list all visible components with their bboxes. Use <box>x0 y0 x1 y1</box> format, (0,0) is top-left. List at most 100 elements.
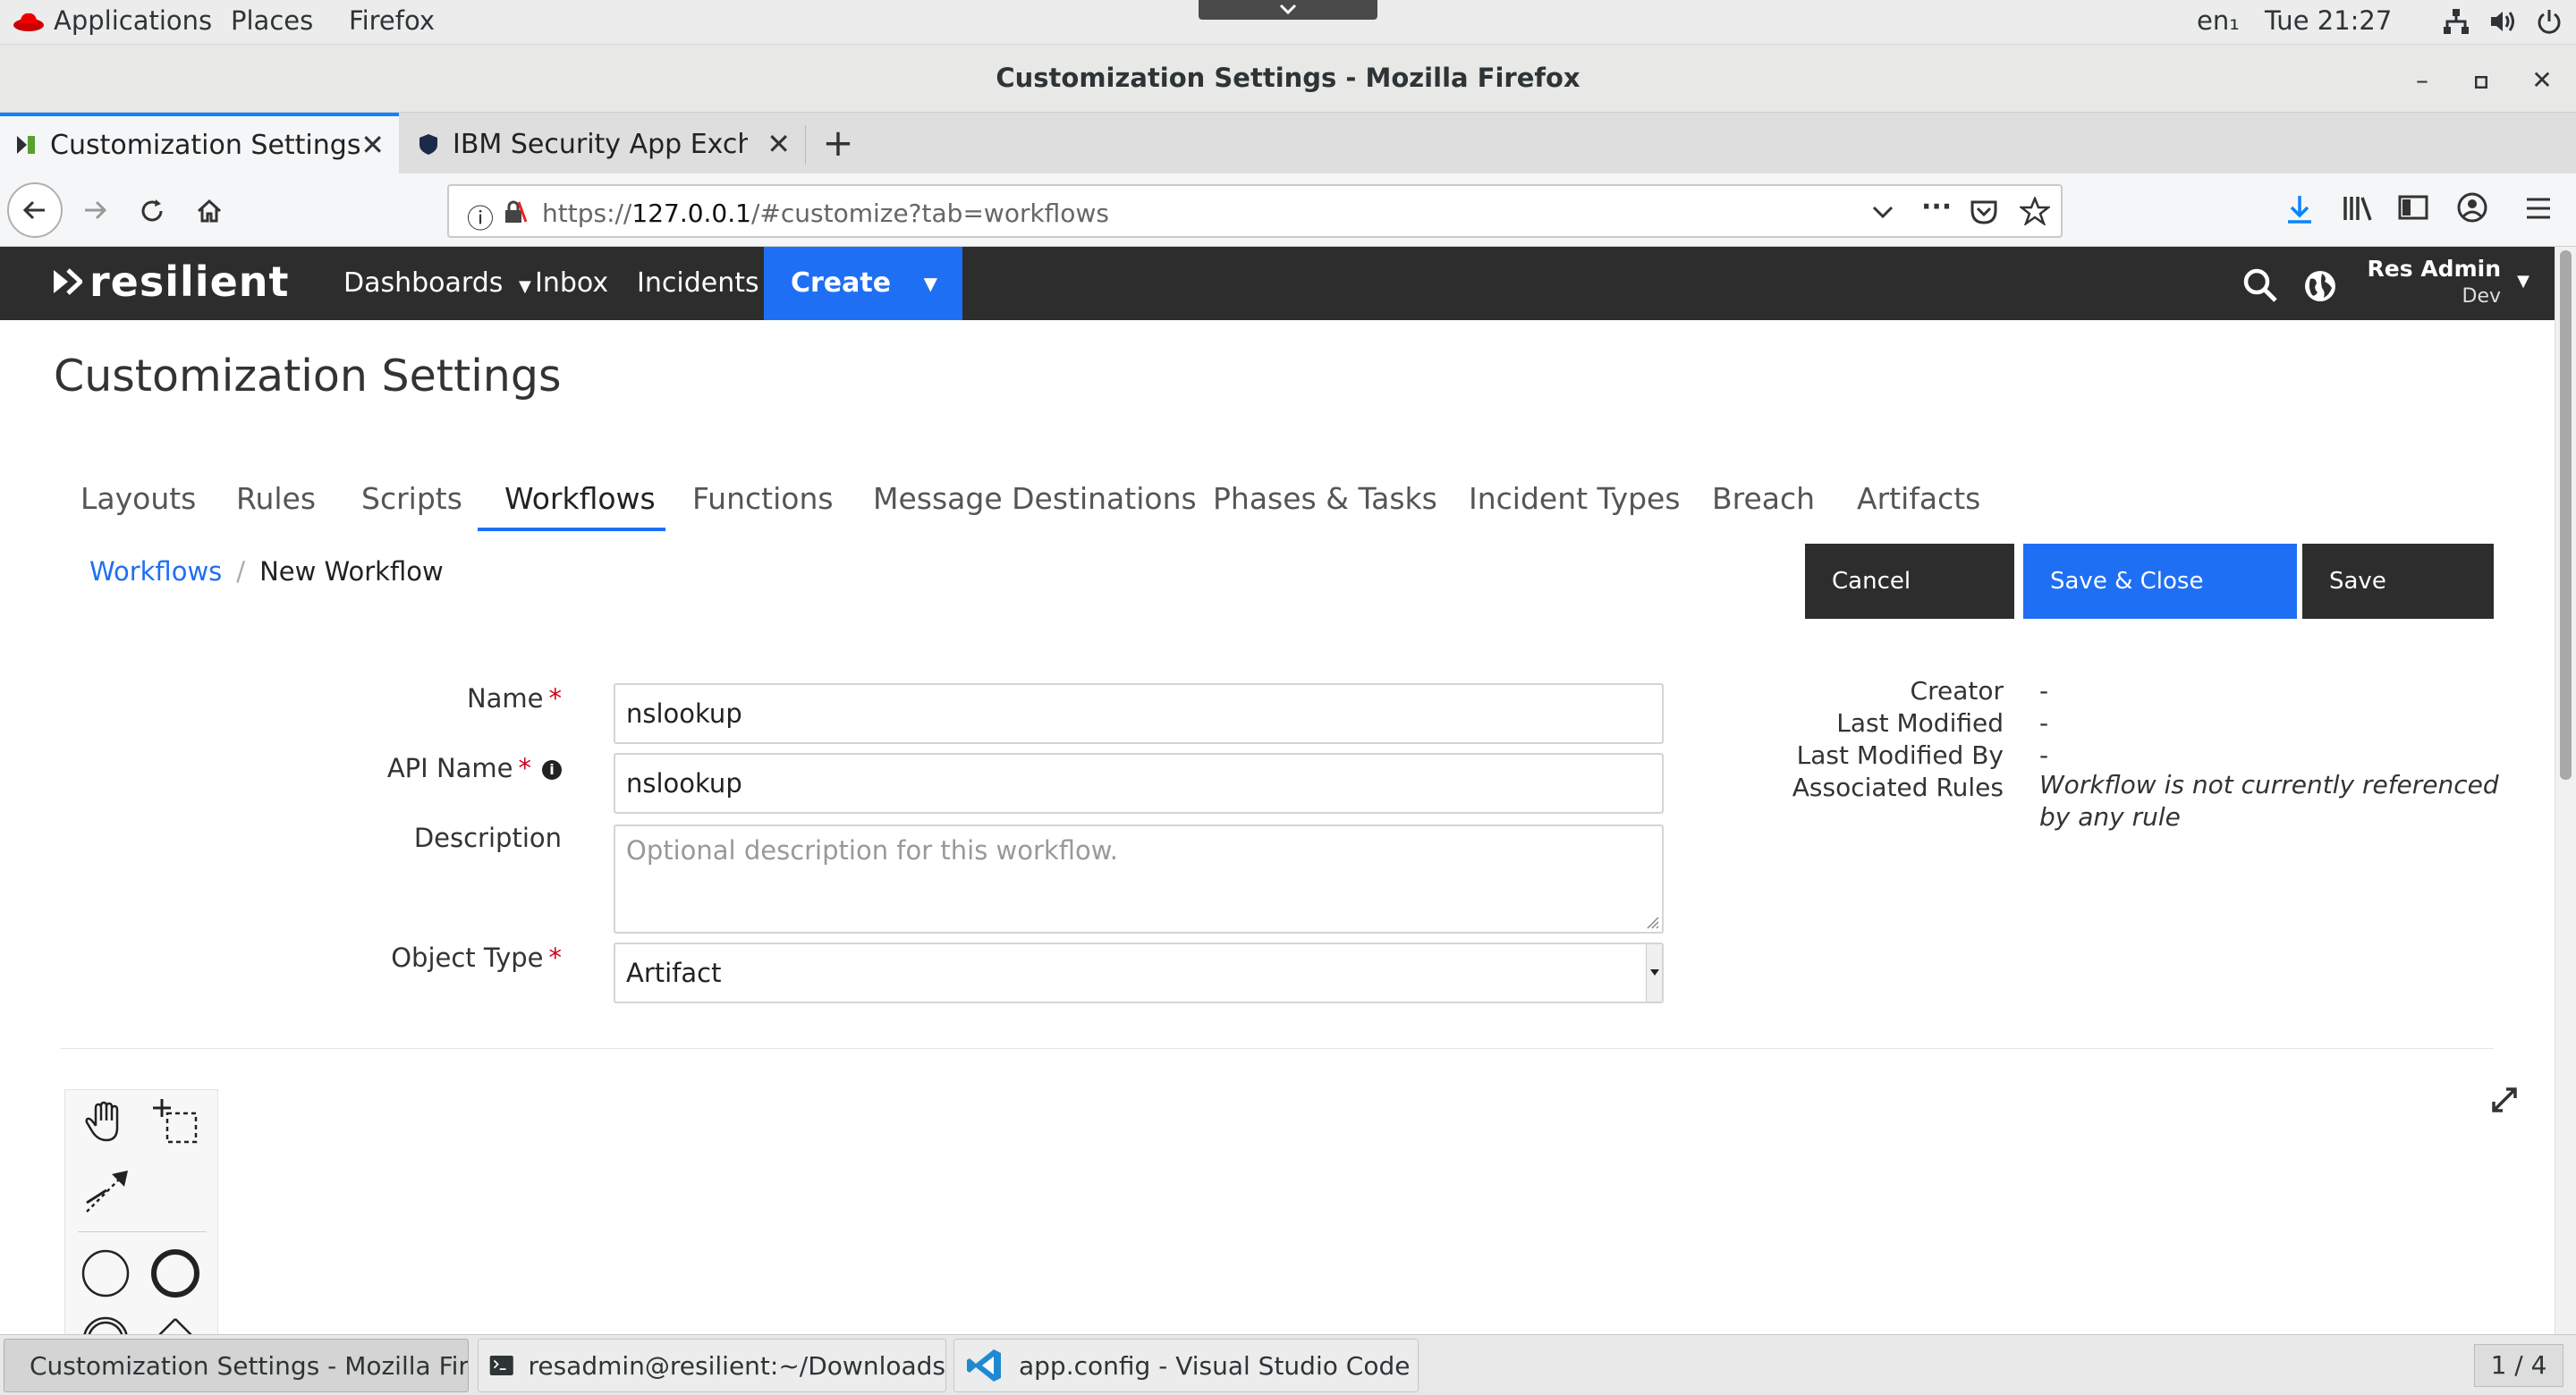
required-mark: * <box>518 753 532 783</box>
caret-down-icon[interactable]: ▼ <box>924 247 937 320</box>
tab-artifacts[interactable]: Artifacts <box>1857 481 1980 516</box>
start-event-icon[interactable] <box>80 1247 131 1299</box>
power-icon[interactable] <box>2535 7 2563 36</box>
dash-toggle[interactable] <box>1199 0 1377 20</box>
cancel-button[interactable]: Cancel <box>1805 544 2014 619</box>
taskbar-item-terminal[interactable]: resadmin@resilient:~/Downloads <box>478 1339 946 1392</box>
globe-icon[interactable] <box>2302 268 2338 304</box>
url-bar[interactable]: ⓘ https://127.0.0.1/#customize?tab=workf… <box>447 184 2063 238</box>
description-field[interactable]: Optional description for this workflow. <box>614 824 1664 934</box>
nav-inbox[interactable]: Inbox <box>535 247 608 320</box>
hand-tool-icon[interactable] <box>80 1095 131 1147</box>
search-icon[interactable] <box>2241 266 2279 304</box>
home-icon <box>197 199 222 223</box>
workspace-switcher[interactable]: 1 / 4 <box>2474 1344 2563 1387</box>
window-title: Customization Settings - Mozilla Firefox <box>996 63 1580 93</box>
save-close-button[interactable]: Save & Close <box>2023 544 2297 619</box>
object-type-select[interactable]: Artifact <box>614 943 1664 1003</box>
forward-button[interactable] <box>70 186 120 236</box>
insecure-lock-icon[interactable] <box>501 199 528 225</box>
resilient-mark-icon <box>54 268 82 295</box>
page-scrollbar[interactable] <box>2555 247 2576 1334</box>
name-field[interactable]: nslookup <box>614 683 1664 744</box>
home-button[interactable] <box>184 186 234 236</box>
create-label: Create <box>791 267 892 299</box>
places-menu[interactable]: Places <box>231 5 313 36</box>
tab-functions[interactable]: Functions <box>692 481 834 516</box>
tab-phases-tasks[interactable]: Phases & Tasks <box>1213 481 1437 516</box>
volume-icon[interactable] <box>2488 7 2517 36</box>
library-icon[interactable] <box>2342 193 2376 224</box>
browser-tab-customization[interactable]: Customization Settings ✕ <box>0 113 399 173</box>
taskbar-item-vscode[interactable]: app.config - Visual Studio Code <box>953 1339 1419 1392</box>
tab-rules[interactable]: Rules <box>236 481 316 516</box>
firefox-menu[interactable]: Firefox <box>349 5 435 36</box>
hamburger-menu-icon[interactable] <box>2524 195 2553 222</box>
bookmark-star-icon[interactable] <box>2020 197 2050 225</box>
back-button[interactable] <box>7 182 63 238</box>
tab-incident-types[interactable]: Incident Types <box>1469 481 1681 516</box>
reload-button[interactable] <box>127 186 177 236</box>
close-tab-icon[interactable]: ✕ <box>360 128 385 162</box>
network-icon[interactable] <box>2442 7 2470 36</box>
description-label: Description <box>413 823 562 853</box>
url-text[interactable]: https://127.0.0.1/#customize?tab=workflo… <box>542 199 1109 228</box>
browser-tab-ibm-app-exchange[interactable]: IBM Security App Exchang ✕ <box>402 116 805 172</box>
workflow-palette <box>64 1089 218 1340</box>
maximize-button[interactable] <box>2465 64 2497 97</box>
user-org: Dev <box>2462 285 2502 308</box>
save-button[interactable]: Save <box>2302 544 2494 619</box>
breadcrumb-workflows-link[interactable]: Workflows <box>89 556 222 587</box>
pocket-icon[interactable] <box>1970 199 1998 225</box>
taskbar-item-firefox[interactable]: Customization Settings - Mozilla Fir... <box>4 1339 469 1392</box>
last-modified-label: Last Modified <box>1836 708 2004 738</box>
new-tab-button[interactable]: + <box>816 122 860 166</box>
window-taskbar: Customization Settings - Mozilla Fir... … <box>0 1334 2576 1395</box>
info-icon[interactable]: i <box>542 760 562 780</box>
close-tab-icon[interactable]: ✕ <box>767 127 791 161</box>
associated-rules-label: Associated Rules <box>1792 773 2004 802</box>
tab-breach[interactable]: Breach <box>1712 481 1815 516</box>
caret-down-icon: ▼ <box>518 277 531 296</box>
account-icon[interactable] <box>2456 191 2488 224</box>
clock[interactable]: Tue 21:27 <box>2265 5 2392 36</box>
create-button[interactable]: Create ▼ <box>764 247 962 320</box>
taskbar-label: resadmin@resilient:~/Downloads <box>528 1350 945 1381</box>
applications-menu[interactable]: Applications <box>54 5 212 36</box>
vscode-icon <box>967 1349 1001 1382</box>
lasso-select-icon[interactable] <box>149 1095 201 1147</box>
keyboard-layout[interactable]: en₁ <box>2197 5 2240 36</box>
user-name: Res Admin <box>2367 256 2501 282</box>
caret-down-icon[interactable]: ▼ <box>2517 272 2529 291</box>
connect-tool-icon[interactable] <box>80 1167 131 1219</box>
user-menu[interactable]: Res Admin Dev <box>2368 256 2501 308</box>
close-window-button[interactable]: ✕ <box>2526 64 2558 97</box>
tab-message-destinations[interactable]: Message Destinations <box>873 481 1197 516</box>
download-icon[interactable] <box>2284 193 2315 225</box>
tab-workflows[interactable]: Workflows <box>504 481 656 516</box>
ibm-favicon-icon <box>419 134 437 155</box>
tab-layouts[interactable]: Layouts <box>80 481 196 516</box>
breadcrumb-separator: / <box>236 556 246 587</box>
page-actions-icon[interactable]: ··· <box>1921 191 1952 223</box>
section-divider <box>61 1048 2494 1049</box>
dropdown-arrow-icon[interactable] <box>1646 944 1662 1002</box>
arrow-right-icon <box>85 200 107 220</box>
nav-dashboards[interactable]: Dashboards ▼ <box>343 247 531 320</box>
sidebar-icon[interactable] <box>2397 193 2429 222</box>
fullscreen-icon[interactable] <box>2487 1082 2522 1118</box>
tab-label: Customization Settings <box>50 129 361 161</box>
nav-incidents[interactable]: Incidents <box>637 247 759 320</box>
resilient-logo[interactable]: resilient <box>52 258 290 306</box>
scrollbar-thumb[interactable] <box>2560 250 2572 780</box>
taskbar-label: app.config - Visual Studio Code <box>1019 1350 1411 1381</box>
minimize-button[interactable]: – <box>2406 64 2438 97</box>
info-circle-icon[interactable]: ⓘ <box>467 197 494 236</box>
chevron-down-icon[interactable] <box>1871 204 1894 222</box>
tab-scripts[interactable]: Scripts <box>361 481 462 516</box>
end-event-icon[interactable] <box>149 1247 201 1299</box>
api-name-field[interactable]: nslookup <box>614 753 1664 814</box>
active-tab-indicator <box>478 528 665 531</box>
resize-grip-icon[interactable] <box>1644 914 1660 930</box>
associated-rules-value: Workflow is not currently referenced by … <box>2039 770 2499 832</box>
